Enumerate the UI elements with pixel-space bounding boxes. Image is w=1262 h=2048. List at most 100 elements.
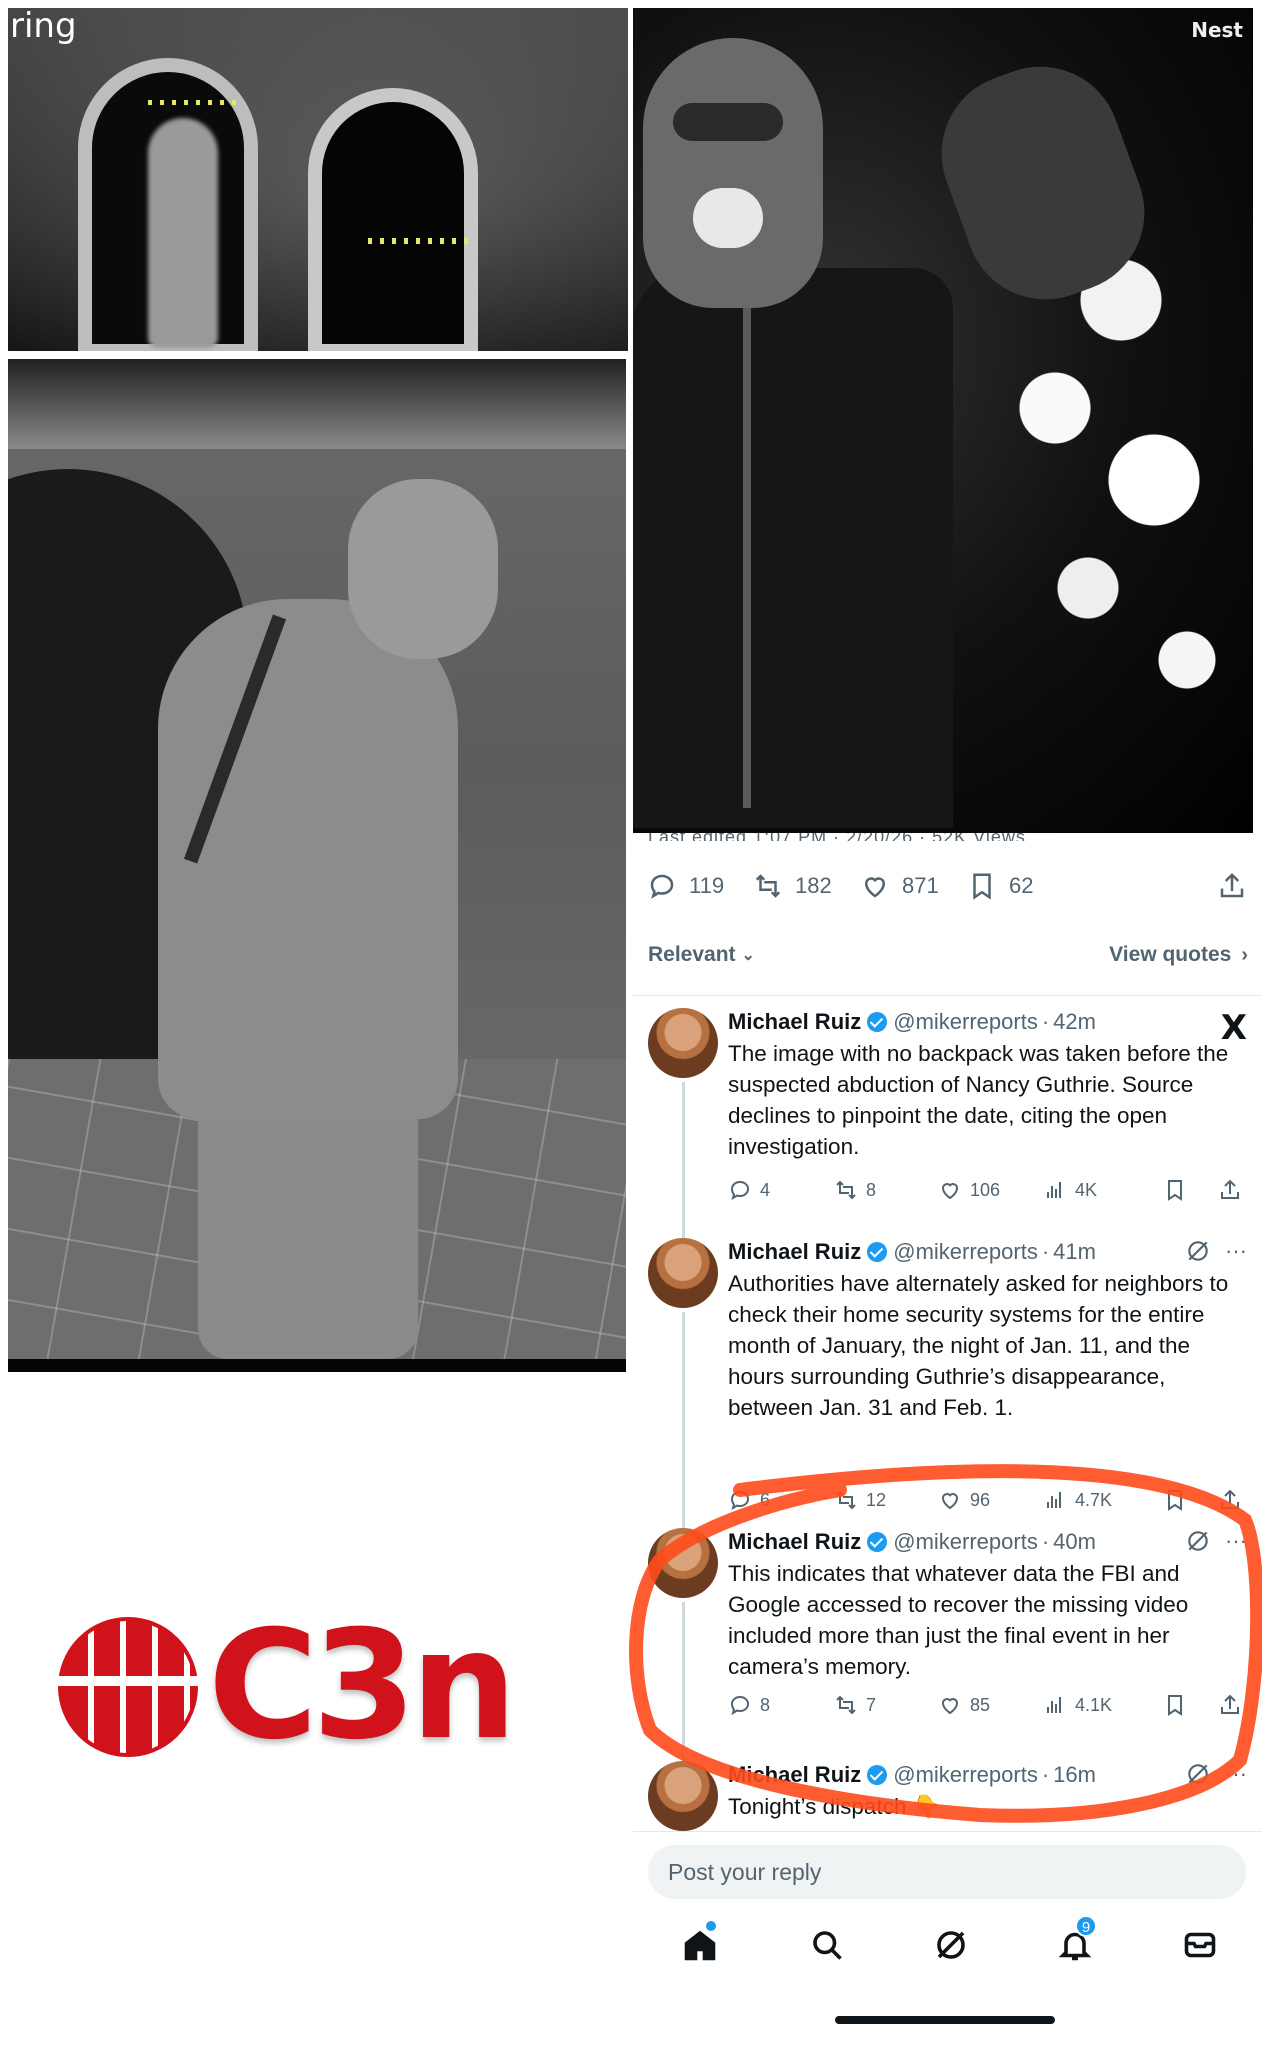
author-handle[interactable]: @mikerreports (893, 1239, 1038, 1265)
author-name[interactable]: Michael Ruiz (728, 1239, 861, 1265)
avatar[interactable] (648, 1008, 718, 1078)
reply-tweet[interactable]: Michael Ruiz @mikerreports · 16m ··· Ton… (633, 1761, 1262, 1831)
reply-button[interactable]: 8 (728, 1693, 770, 1717)
tweet-time[interactable]: 40m (1053, 1529, 1096, 1555)
share-button[interactable] (1218, 1178, 1242, 1202)
heart-icon (941, 1183, 959, 1200)
reply-input[interactable]: Post your reply (648, 1845, 1246, 1899)
bookmark-button[interactable] (1163, 1488, 1187, 1512)
bookmark-button[interactable] (1163, 1178, 1187, 1202)
tweet-corner: ··· (1185, 1528, 1247, 1554)
tweet-time[interactable]: 16m (1053, 1762, 1096, 1788)
bookmark-icon (1168, 1180, 1182, 1201)
more-options-icon[interactable]: ··· (1225, 1761, 1247, 1787)
tweet-header: Michael Ruiz @mikerreports · 16m (728, 1761, 1096, 1789)
separator-dot: · (1041, 1239, 1050, 1264)
sort-label: Relevant (648, 943, 736, 966)
analytics-icon (1047, 1492, 1061, 1508)
views-button[interactable]: 4.7K (1043, 1488, 1112, 1512)
author-name[interactable]: Michael Ruiz (728, 1009, 861, 1035)
author-name[interactable]: Michael Ruiz (728, 1529, 861, 1555)
reply-tweet[interactable]: Michael Ruiz @mikerreports · 41m ··· Aut… (633, 1238, 1262, 1542)
author-handle[interactable]: @mikerreports (893, 1762, 1038, 1788)
sort-relevant-dropdown[interactable]: Relevant ⌄ (648, 943, 755, 967)
share-icon (1221, 1489, 1239, 1509)
verified-badge-icon (867, 1765, 888, 1785)
avatar[interactable] (648, 1761, 718, 1831)
reply-tweet[interactable]: Michael Ruiz @mikerreports · 42m X The i… (633, 1008, 1262, 1262)
grok-icon[interactable] (1185, 1528, 1211, 1554)
bookmark-icon (973, 873, 991, 900)
like-count: 871 (902, 873, 939, 898)
repost-button[interactable]: 12 (834, 1488, 886, 1512)
more-options-icon[interactable]: ··· (1225, 1528, 1247, 1554)
repost-icon (836, 1180, 856, 1200)
tab-grok[interactable] (929, 1923, 973, 1967)
verified-badge-icon (867, 1242, 888, 1262)
repost-icon (755, 874, 781, 898)
views-button[interactable]: 4.1K (1043, 1693, 1112, 1717)
heart-icon (941, 1698, 959, 1715)
tweet-time[interactable]: 42m (1053, 1009, 1096, 1035)
tab-notifications[interactable]: 9 (1053, 1915, 1097, 1967)
repost-count: 182 (795, 873, 832, 898)
news-logo: C3n (58, 1599, 538, 1775)
tweet-time[interactable]: 41m (1053, 1239, 1096, 1265)
string-lights (368, 238, 468, 244)
logo-letters: C3n (208, 1599, 517, 1773)
like-count: 106 (970, 1179, 1001, 1200)
views-count: 4.7K (1075, 1489, 1113, 1510)
tweet-header: Michael Ruiz @mikerreports · 41m (728, 1238, 1096, 1266)
like-button[interactable]: 96 (938, 1488, 990, 1512)
author-name[interactable]: Michael Ruiz (728, 1762, 861, 1788)
more-options-icon[interactable]: ··· (1225, 1238, 1247, 1264)
x-thread-panel: Last edited 1:07 PM · 2/20/26 · 52K View… (633, 833, 1262, 2048)
repost-count-button[interactable]: 182 (753, 871, 832, 901)
bookmark-button[interactable] (1163, 1693, 1187, 1717)
bottom-tab-bar: 9 (633, 1915, 1262, 1983)
views-button[interactable]: 4K (1043, 1178, 1097, 1202)
like-count-button[interactable]: 871 (860, 871, 939, 901)
reply-placeholder: Post your reply (668, 1859, 822, 1885)
reply-button[interactable]: 4 (728, 1178, 770, 1202)
heart-icon (941, 1493, 959, 1510)
tweet-actions: 6 12 96 4.7K (728, 1488, 1248, 1514)
repost-button[interactable]: 8 (834, 1178, 876, 1202)
grok-icon[interactable] (1185, 1761, 1211, 1787)
heart-icon (864, 877, 886, 898)
reply-tweet[interactable]: Michael Ruiz @mikerreports · 40m ··· Thi… (633, 1528, 1262, 1782)
reply-icon (730, 1695, 750, 1716)
share-button[interactable] (1217, 871, 1259, 901)
dark-jacket (633, 268, 953, 828)
tab-search[interactable] (805, 1923, 849, 1967)
avatar[interactable] (648, 1238, 718, 1308)
chevron-down-icon: ⌄ (741, 947, 755, 964)
repost-button[interactable]: 7 (834, 1693, 876, 1717)
bookmark-count-button[interactable]: 62 (967, 871, 1033, 901)
tweet-corner: ··· (1185, 1238, 1247, 1264)
tab-home[interactable] (678, 1921, 722, 1967)
reply-icon (730, 1490, 750, 1511)
post-engagement-bar: 119 182 871 62 (647, 871, 1247, 901)
author-handle[interactable]: @mikerreports (893, 1009, 1038, 1035)
like-count: 85 (970, 1694, 991, 1715)
like-button[interactable]: 106 (938, 1178, 1000, 1202)
tweet-text: Tonight’s dispatch 👇 (728, 1794, 941, 1819)
share-button[interactable] (1218, 1693, 1242, 1717)
grok-icon[interactable] (1185, 1238, 1211, 1264)
thread-line (682, 1312, 685, 1542)
repost-icon (836, 1490, 856, 1510)
avatar[interactable] (648, 1528, 718, 1598)
notification-badge: 9 (1075, 1915, 1097, 1937)
reply-count: 6 (760, 1489, 771, 1510)
like-button[interactable]: 85 (938, 1693, 990, 1717)
author-handle[interactable]: @mikerreports (893, 1529, 1038, 1555)
tab-messages[interactable] (1178, 1923, 1222, 1967)
view-quotes-link[interactable]: View quotes › (1109, 943, 1248, 967)
reply-count-button[interactable]: 119 (647, 871, 724, 901)
share-button[interactable] (1218, 1488, 1242, 1512)
post-meta-cutoff: Last edited 1:07 PM · 2/20/26 · 52K View… (648, 833, 1088, 841)
masked-person-head (348, 479, 498, 659)
verified-badge-icon (867, 1532, 888, 1552)
reply-button[interactable]: 6 (728, 1488, 770, 1512)
